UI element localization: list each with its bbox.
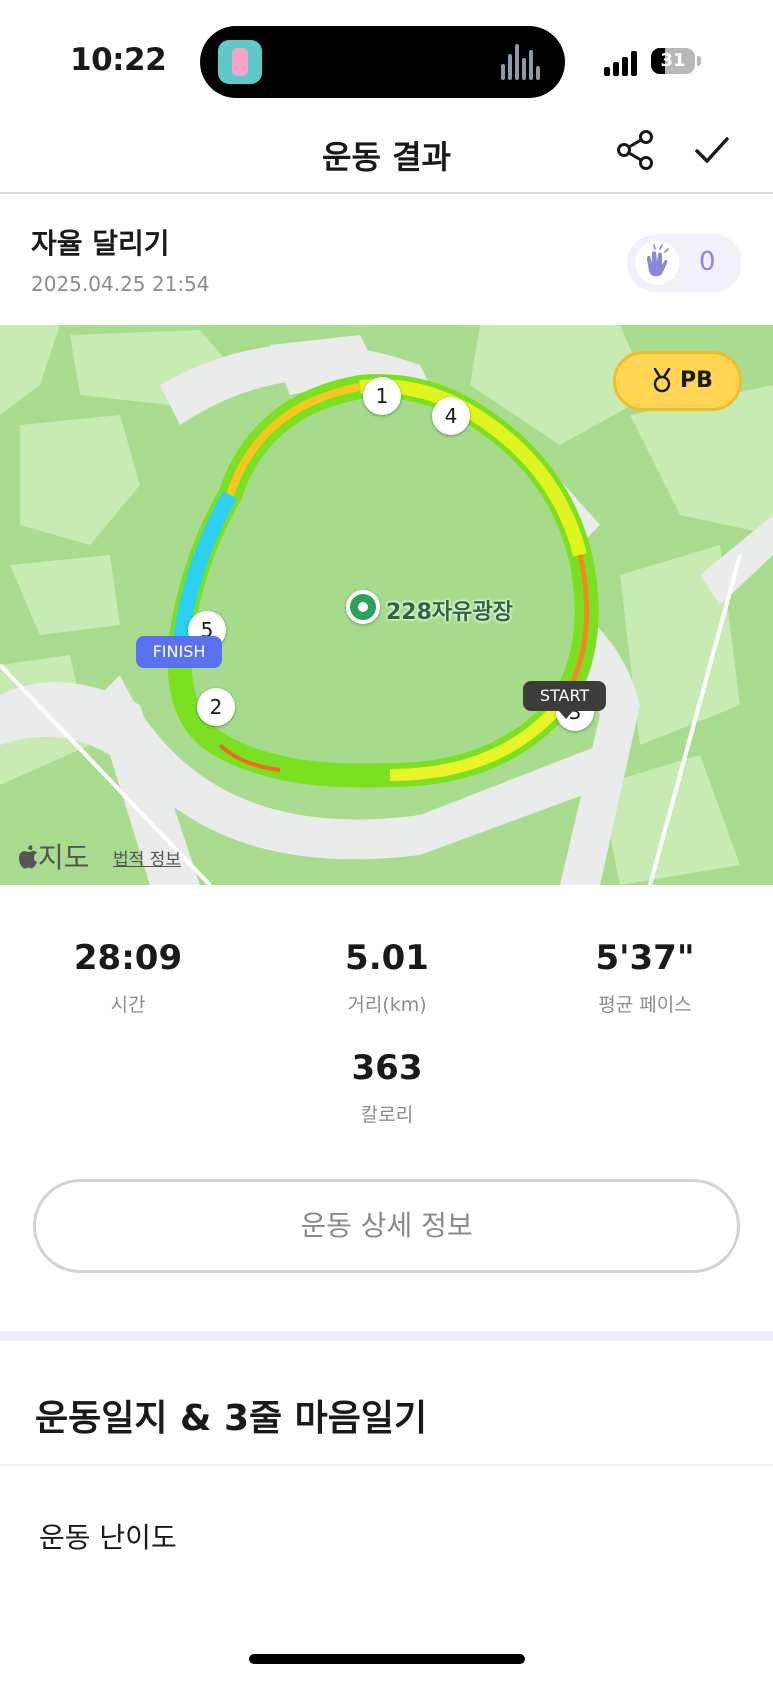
workout-title: 자율 달리기: [31, 227, 170, 260]
apple-logo-icon: [19, 845, 37, 869]
battery-percent: 31: [660, 50, 686, 71]
location-pin-icon[interactable]: [346, 590, 380, 624]
status-time: 10:22: [70, 42, 167, 78]
clap-button[interactable]: 0: [627, 234, 742, 292]
audio-waveform-icon: [501, 44, 543, 80]
stat-time-value: 28:09: [73, 938, 183, 978]
workout-date: 2025.04.25 21:54: [31, 272, 210, 296]
cellular-signal-icon: [604, 50, 642, 76]
finish-flag: FINISH: [136, 636, 222, 668]
battery-tip: [697, 56, 701, 66]
done-button[interactable]: [690, 128, 734, 172]
pb-label: PB: [680, 368, 713, 393]
dynamic-island[interactable]: [200, 26, 565, 98]
start-flag: START: [523, 681, 606, 719]
workout-detail-label: 운동 상세 정보: [300, 1209, 473, 1242]
clapping-hands-icon: [635, 241, 679, 285]
stat-distance-label: 거리(km): [347, 994, 427, 1016]
stat-pace-label: 평균 페이스: [598, 994, 692, 1016]
pb-badge[interactable]: PB: [613, 351, 742, 411]
stat-distance-value: 5.01: [345, 938, 429, 978]
journal-section-title: 운동일지 & 3줄 마음일기: [35, 1398, 428, 1439]
legal-info-link[interactable]: 법적 정보: [113, 845, 181, 870]
workout-detail-button[interactable]: 운동 상세 정보: [33, 1179, 740, 1273]
nav-header: 운동 결과: [0, 110, 773, 194]
maps-attribution: 지도: [18, 836, 90, 876]
maps-label: 지도: [38, 841, 90, 874]
home-indicator[interactable]: [249, 1654, 525, 1664]
km-marker-2[interactable]: 2: [197, 688, 235, 726]
poi-label[interactable]: 228자유광장: [386, 594, 513, 626]
share-button[interactable]: [614, 128, 658, 172]
clap-count: 0: [699, 247, 716, 277]
stat-calories-value: 363: [351, 1048, 423, 1088]
live-activity-app-icon: [218, 40, 262, 84]
divider: [0, 1464, 773, 1466]
medal-icon: [653, 368, 671, 393]
stat-calories-label: 칼로리: [360, 1104, 414, 1126]
status-bar: 10:22 31: [0, 0, 773, 110]
share-icon: [617, 130, 653, 170]
stat-pace-value: 5'37": [595, 938, 695, 978]
section-divider: [0, 1331, 773, 1341]
battery-icon: 31: [651, 48, 695, 74]
check-icon: [695, 137, 729, 163]
km-marker-4[interactable]: 4: [432, 397, 470, 435]
stat-time-label: 시간: [110, 994, 146, 1016]
km-marker-1[interactable]: 1: [363, 377, 401, 415]
difficulty-label: 운동 난이도: [39, 1521, 177, 1554]
